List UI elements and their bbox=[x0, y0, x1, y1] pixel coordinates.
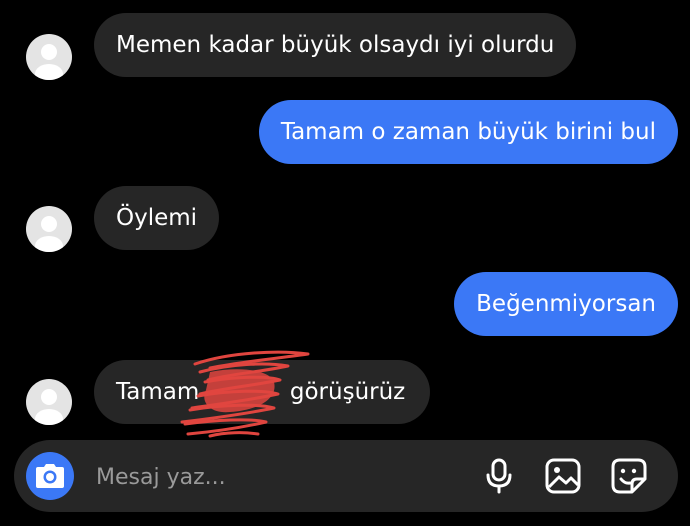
message-text-start: Tamam bbox=[116, 379, 200, 405]
default-avatar-icon bbox=[35, 216, 63, 252]
camera-button[interactable] bbox=[26, 452, 74, 500]
camera-icon bbox=[36, 464, 64, 488]
message-thread: Memen kadar büyük olsaydı iyi olurdu Tam… bbox=[0, 0, 690, 440]
sticker-icon bbox=[611, 458, 647, 494]
incoming-message-bubble[interactable]: Öylemi bbox=[94, 186, 220, 250]
default-avatar-icon bbox=[35, 389, 63, 425]
microphone-icon bbox=[486, 458, 512, 494]
message-text-end: görüşürüz bbox=[289, 379, 406, 405]
message-input[interactable] bbox=[94, 456, 458, 498]
message-text: Beğenmiyorsan bbox=[476, 291, 656, 317]
message-composer bbox=[14, 440, 678, 512]
message-text: Memen kadar büyük olsaydı iyi olurdu bbox=[116, 32, 555, 58]
outgoing-message-bubble[interactable]: Tamam o zaman büyük birini bul bbox=[258, 100, 678, 164]
default-avatar-icon bbox=[35, 44, 63, 80]
sender-avatar[interactable] bbox=[26, 379, 72, 425]
message-text: Tamam o zaman büyük birini bul bbox=[280, 119, 656, 145]
incoming-message-bubble[interactable]: Memen kadar büyük olsaydı iyi olurdu bbox=[94, 13, 577, 77]
microphone-button[interactable] bbox=[480, 457, 518, 495]
sender-avatar[interactable] bbox=[26, 34, 72, 80]
message-text: Öylemi bbox=[116, 205, 198, 231]
outgoing-message-bubble[interactable]: Beğenmiyorsan bbox=[454, 272, 678, 336]
sender-avatar[interactable] bbox=[26, 206, 72, 252]
sticker-button[interactable] bbox=[610, 457, 648, 495]
incoming-message-bubble[interactable]: Tamam görüşürüz bbox=[94, 360, 430, 424]
gallery-button[interactable] bbox=[544, 457, 582, 495]
image-gallery-icon bbox=[545, 458, 581, 494]
